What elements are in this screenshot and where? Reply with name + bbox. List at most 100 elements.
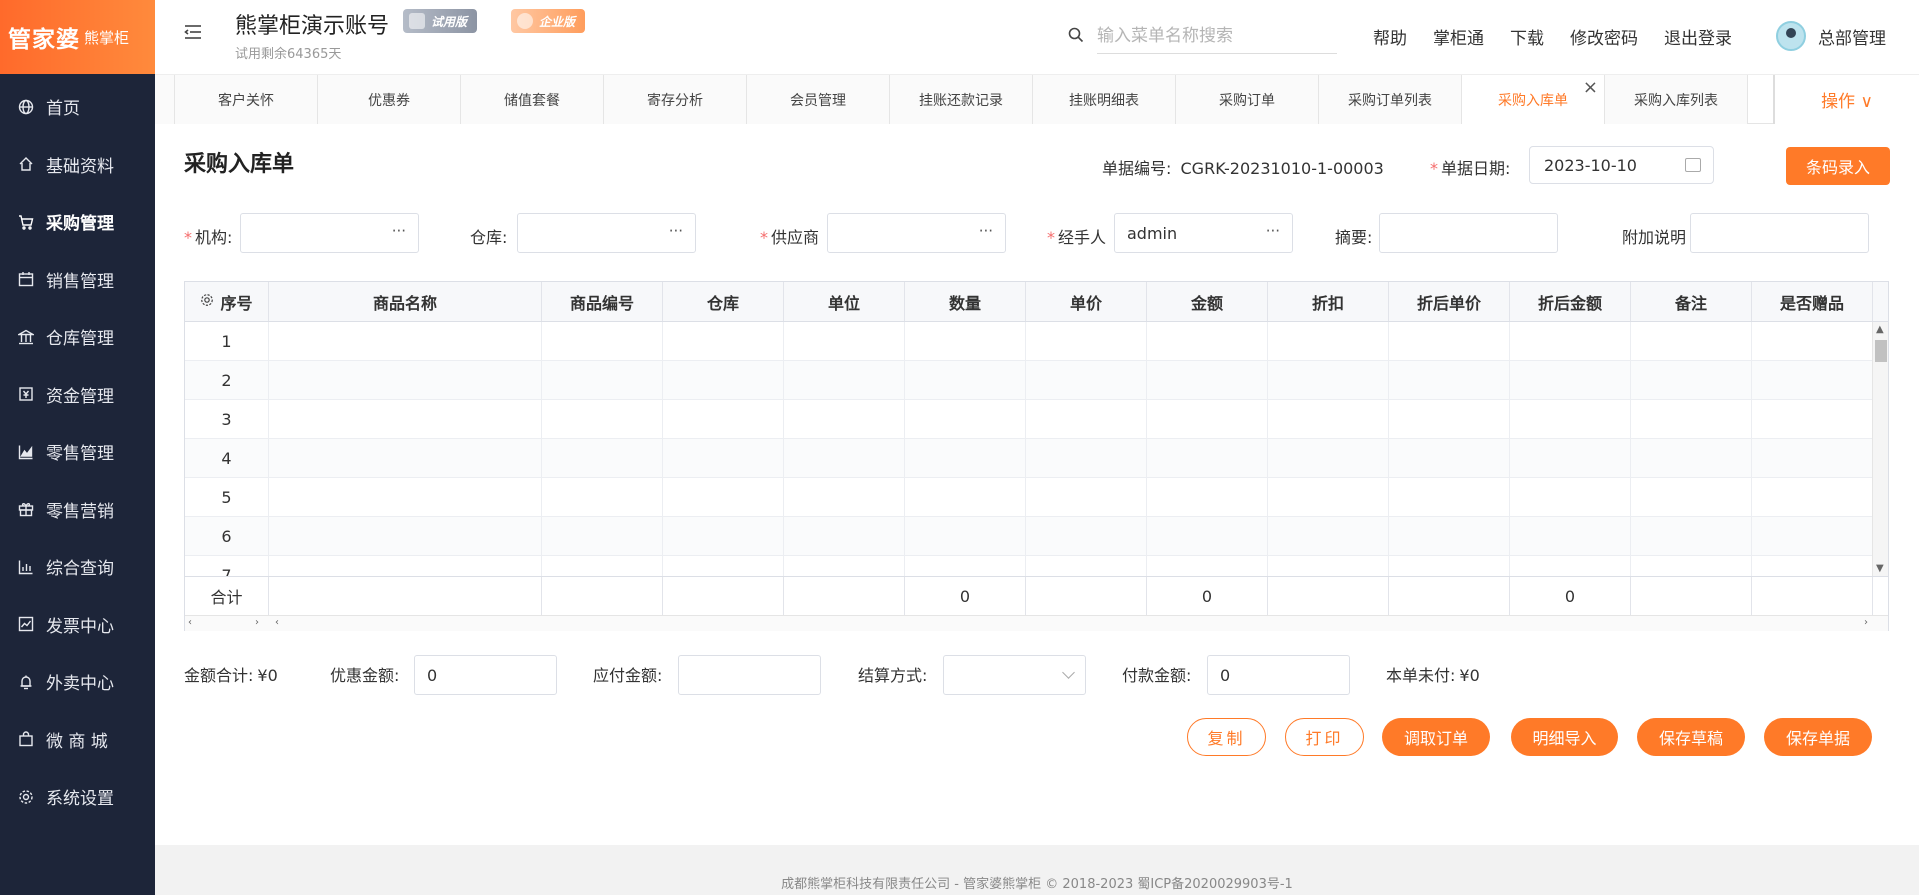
- search-input[interactable]: [1097, 18, 1337, 54]
- column-header-remark[interactable]: 备注: [1631, 282, 1752, 321]
- table-cell[interactable]: [784, 400, 905, 438]
- table-cell[interactable]: [663, 439, 784, 477]
- sidebar-item-takeout[interactable]: 外卖中心: [0, 653, 155, 711]
- table-cell[interactable]: [542, 556, 663, 576]
- table-cell[interactable]: [1026, 439, 1147, 477]
- table-cell[interactable]: [663, 556, 784, 576]
- scroll-right-icon[interactable]: ›: [255, 617, 259, 628]
- download-link[interactable]: 下载: [1510, 24, 1544, 49]
- vertical-scrollbar[interactable]: ▲ ▼: [1872, 322, 1888, 576]
- tab-purchase-receipt[interactable]: 采购入库单 ×: [1462, 75, 1605, 124]
- tab-purchase-order-list[interactable]: 采购订单列表: [1319, 75, 1462, 124]
- copy-button[interactable]: 复制: [1187, 718, 1266, 756]
- sidebar-item-settings[interactable]: 系统设置: [0, 768, 155, 826]
- table-cell[interactable]: [269, 517, 542, 555]
- table-cell[interactable]: [1631, 556, 1752, 576]
- sidebar-item-warehouse[interactable]: 仓库管理: [0, 308, 155, 366]
- table-cell[interactable]: [905, 556, 1026, 576]
- gear-icon[interactable]: [200, 292, 214, 311]
- column-header-product-name[interactable]: 商品名称: [269, 282, 542, 321]
- table-cell[interactable]: [269, 400, 542, 438]
- table-cell[interactable]: [542, 439, 663, 477]
- table-cell[interactable]: [1026, 517, 1147, 555]
- fetch-order-button[interactable]: 调取订单: [1382, 718, 1490, 756]
- settlement-select[interactable]: [943, 655, 1086, 695]
- scroll-left-icon[interactable]: ‹: [275, 617, 279, 628]
- tab-credit-repayment[interactable]: 挂账还款记录: [890, 75, 1033, 124]
- table-cell[interactable]: [1631, 361, 1752, 399]
- table-row[interactable]: 4: [185, 439, 1872, 478]
- table-cell[interactable]: [784, 478, 905, 516]
- column-header-unit-price[interactable]: 单价: [1026, 282, 1147, 321]
- table-cell[interactable]: [663, 322, 784, 360]
- sidebar-item-invoice[interactable]: 发票中心: [0, 596, 155, 654]
- table-row[interactable]: 6: [185, 517, 1872, 556]
- table-cell[interactable]: [663, 400, 784, 438]
- table-cell[interactable]: [784, 322, 905, 360]
- table-cell[interactable]: [1268, 439, 1389, 477]
- table-cell[interactable]: [542, 361, 663, 399]
- brand-logo[interactable]: 管家婆 熊掌柜: [0, 0, 155, 74]
- doc-date-field[interactable]: 2023-10-10: [1529, 146, 1714, 184]
- sidebar-item-micro-mall[interactable]: 微 商 城: [0, 711, 155, 769]
- table-cell[interactable]: [269, 361, 542, 399]
- table-cell[interactable]: [663, 478, 784, 516]
- table-cell[interactable]: [1752, 400, 1872, 438]
- table-cell[interactable]: [542, 478, 663, 516]
- table-cell[interactable]: [784, 517, 905, 555]
- column-header-warehouse[interactable]: 仓库: [663, 282, 784, 321]
- table-cell[interactable]: [1510, 556, 1631, 576]
- tab-purchase-order[interactable]: 采购订单: [1176, 75, 1319, 124]
- column-header-amount[interactable]: 金额: [1147, 282, 1268, 321]
- table-cell[interactable]: [269, 478, 542, 516]
- scroll-down-icon[interactable]: ▼: [1876, 563, 1884, 574]
- import-detail-button[interactable]: 明细导入: [1511, 718, 1618, 756]
- table-cell[interactable]: [1147, 361, 1268, 399]
- sidebar-item-home[interactable]: 首页: [0, 78, 155, 136]
- save-document-button[interactable]: 保存单据: [1764, 718, 1872, 756]
- column-header-quantity[interactable]: 数量: [905, 282, 1026, 321]
- tab-credit-details[interactable]: 挂账明细表: [1033, 75, 1176, 124]
- payment-input[interactable]: 0: [1207, 655, 1350, 695]
- table-cell[interactable]: [1026, 400, 1147, 438]
- more-icon[interactable]: ···: [979, 222, 993, 240]
- table-cell[interactable]: [1389, 517, 1510, 555]
- zhangguitong-link[interactable]: 掌柜通: [1433, 24, 1484, 49]
- table-cell[interactable]: [269, 322, 542, 360]
- table-cell[interactable]: [1389, 439, 1510, 477]
- note-field[interactable]: [1690, 213, 1869, 253]
- supplier-field[interactable]: ···: [827, 213, 1006, 253]
- table-cell[interactable]: [1268, 556, 1389, 576]
- table-cell[interactable]: [1389, 400, 1510, 438]
- search-icon[interactable]: [1067, 26, 1085, 44]
- table-cell[interactable]: [1026, 361, 1147, 399]
- sidebar-item-marketing[interactable]: 零售营销: [0, 481, 155, 539]
- table-cell[interactable]: [1268, 478, 1389, 516]
- table-cell[interactable]: [1510, 439, 1631, 477]
- table-cell[interactable]: [784, 361, 905, 399]
- table-cell[interactable]: [784, 556, 905, 576]
- table-row[interactable]: 7: [185, 556, 1872, 576]
- sidebar-item-query[interactable]: 综合查询: [0, 538, 155, 596]
- table-cell[interactable]: [905, 361, 1026, 399]
- table-row[interactable]: 5: [185, 478, 1872, 517]
- table-cell[interactable]: [1510, 400, 1631, 438]
- summary-field[interactable]: [1379, 213, 1558, 253]
- table-cell[interactable]: [905, 517, 1026, 555]
- tab-deposit-analysis[interactable]: 寄存分析: [604, 75, 747, 124]
- scroll-up-icon[interactable]: ▲: [1876, 324, 1884, 335]
- sidebar-item-finance[interactable]: 资金管理: [0, 366, 155, 424]
- logout-link[interactable]: 退出登录: [1664, 24, 1732, 49]
- org-field[interactable]: ···: [240, 213, 419, 253]
- more-icon[interactable]: ···: [392, 222, 406, 240]
- help-link[interactable]: 帮助: [1373, 24, 1407, 49]
- table-cell[interactable]: [1752, 556, 1872, 576]
- scroll-left-icon[interactable]: ‹: [188, 617, 192, 628]
- table-cell[interactable]: [905, 400, 1026, 438]
- tab-customer-care[interactable]: 客户关怀: [175, 75, 318, 124]
- table-cell[interactable]: [1631, 439, 1752, 477]
- sidebar-item-basic-data[interactable]: 基础资料: [0, 136, 155, 194]
- table-cell[interactable]: [1147, 556, 1268, 576]
- column-header-discounted-amount[interactable]: 折后金额: [1510, 282, 1631, 321]
- table-cell[interactable]: [905, 439, 1026, 477]
